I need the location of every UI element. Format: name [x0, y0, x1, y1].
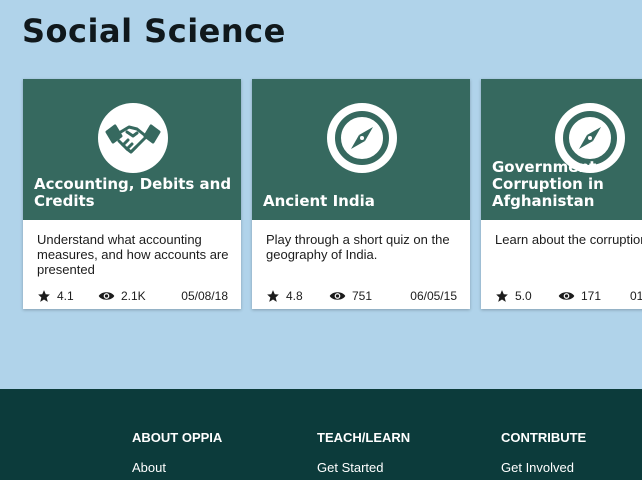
star-icon [38, 290, 50, 302]
site-footer: ABOUT OPPIA About TEACH/LEARN Get Starte… [0, 389, 642, 480]
last-updated: 01/ [630, 288, 642, 304]
card-description: Learn about the corruption going on in A… [495, 232, 642, 247]
rating-value: 4.1 [57, 289, 74, 303]
footer-heading-teach-learn: TEACH/LEARN [317, 430, 411, 445]
eye-icon [329, 292, 346, 300]
views: 171 [558, 288, 601, 304]
card-header[interactable]: Accounting, Debits and Credits [23, 79, 241, 220]
footer-link-get-started[interactable]: Get Started [317, 460, 383, 475]
eye-icon [558, 292, 575, 300]
rating-value: 5.0 [515, 289, 532, 303]
card-header[interactable]: Government Corruption in Afghanistan [481, 79, 642, 220]
compass-icon [327, 103, 397, 173]
last-updated: 05/08/18 [181, 288, 228, 304]
footer-link-get-involved[interactable]: Get Involved [501, 460, 574, 475]
card-meta: 4.1 2.1K 05/08/18 [37, 288, 228, 304]
views-count: 751 [352, 289, 373, 303]
card-description: Play through a short quiz on the geograp… [266, 232, 450, 262]
exploration-card-list: Accounting, Debits and Credits Understan… [0, 0, 642, 380]
last-updated: 06/05/15 [410, 288, 457, 304]
rating: 4.8 [266, 288, 303, 304]
card-title[interactable]: Government Corruption in Afghanistan [492, 159, 639, 210]
footer-link-about[interactable]: About [132, 460, 166, 475]
exploration-card[interactable]: Ancient India Play through a short quiz … [252, 79, 470, 309]
handshake-icon [98, 103, 168, 173]
exploration-card[interactable]: Government Corruption in Afghanistan Lea… [481, 79, 642, 309]
card-header[interactable]: Ancient India [252, 79, 470, 220]
star-icon [496, 290, 508, 302]
rating: 4.1 [37, 288, 74, 304]
eye-icon [98, 292, 115, 300]
rating-value: 4.8 [286, 289, 303, 303]
card-description: Understand what accounting measures, and… [37, 232, 229, 277]
last-updated-date: 05/08/18 [181, 289, 228, 303]
footer-heading-about: ABOUT OPPIA [132, 430, 223, 445]
views: 751 [329, 288, 372, 304]
card-meta: 5.0 171 01/ [495, 288, 642, 304]
card-title[interactable]: Ancient India [263, 193, 462, 210]
last-updated-date: 06/05/15 [410, 289, 457, 303]
views-count: 171 [581, 289, 602, 303]
card-title[interactable]: Accounting, Debits and Credits [34, 176, 233, 210]
exploration-card[interactable]: Accounting, Debits and Credits Understan… [23, 79, 241, 309]
views-count: 2.1K [121, 289, 146, 303]
views: 2.1K [98, 288, 146, 304]
rating: 5.0 [495, 288, 532, 304]
star-icon [267, 290, 279, 302]
card-meta: 4.8 751 06/05/15 [266, 288, 457, 304]
footer-heading-contribute: CONTRIBUTE [501, 430, 587, 445]
last-updated-date: 01/ [630, 289, 642, 303]
